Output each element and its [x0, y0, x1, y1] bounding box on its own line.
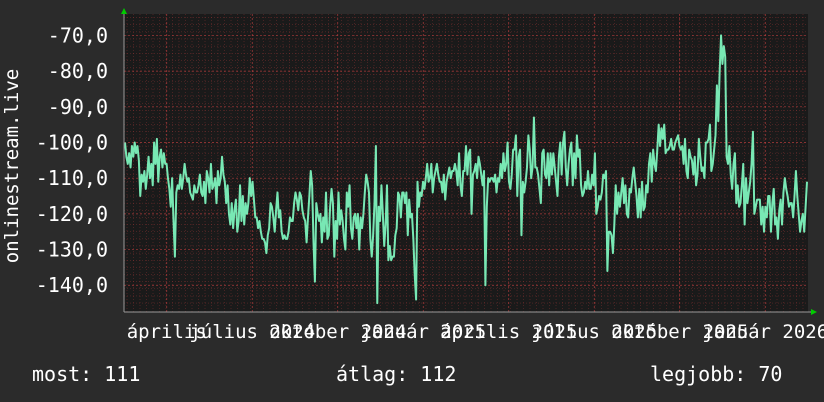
chart: -70,0 -80,0 -90,0 -100,0 -110,0 -120,0 -130,0 -…: [0, 0, 824, 402]
y-tick-label: -80,0: [48, 59, 108, 83]
y-tick-label: -120,0: [36, 202, 108, 226]
y-tick-label: -110,0: [36, 166, 108, 190]
y-tick-label: -130,0: [36, 238, 108, 262]
y-tick-label: -140,0: [36, 273, 108, 297]
best-value: legjobb: 70: [650, 362, 783, 386]
x-tick-label: január 2026: [702, 321, 824, 343]
y-tick-label: -90,0: [48, 95, 108, 119]
average-value: átlag: 112: [336, 362, 457, 386]
current-value: most: 111: [32, 362, 141, 386]
y-axis-label: onlinestream.live: [1, 69, 23, 263]
y-tick-label: -70,0: [48, 23, 108, 47]
y-tick-label: -100,0: [36, 130, 108, 154]
x-ticks: áprilisjúlius 2024október 2024január 202…: [127, 321, 824, 343]
